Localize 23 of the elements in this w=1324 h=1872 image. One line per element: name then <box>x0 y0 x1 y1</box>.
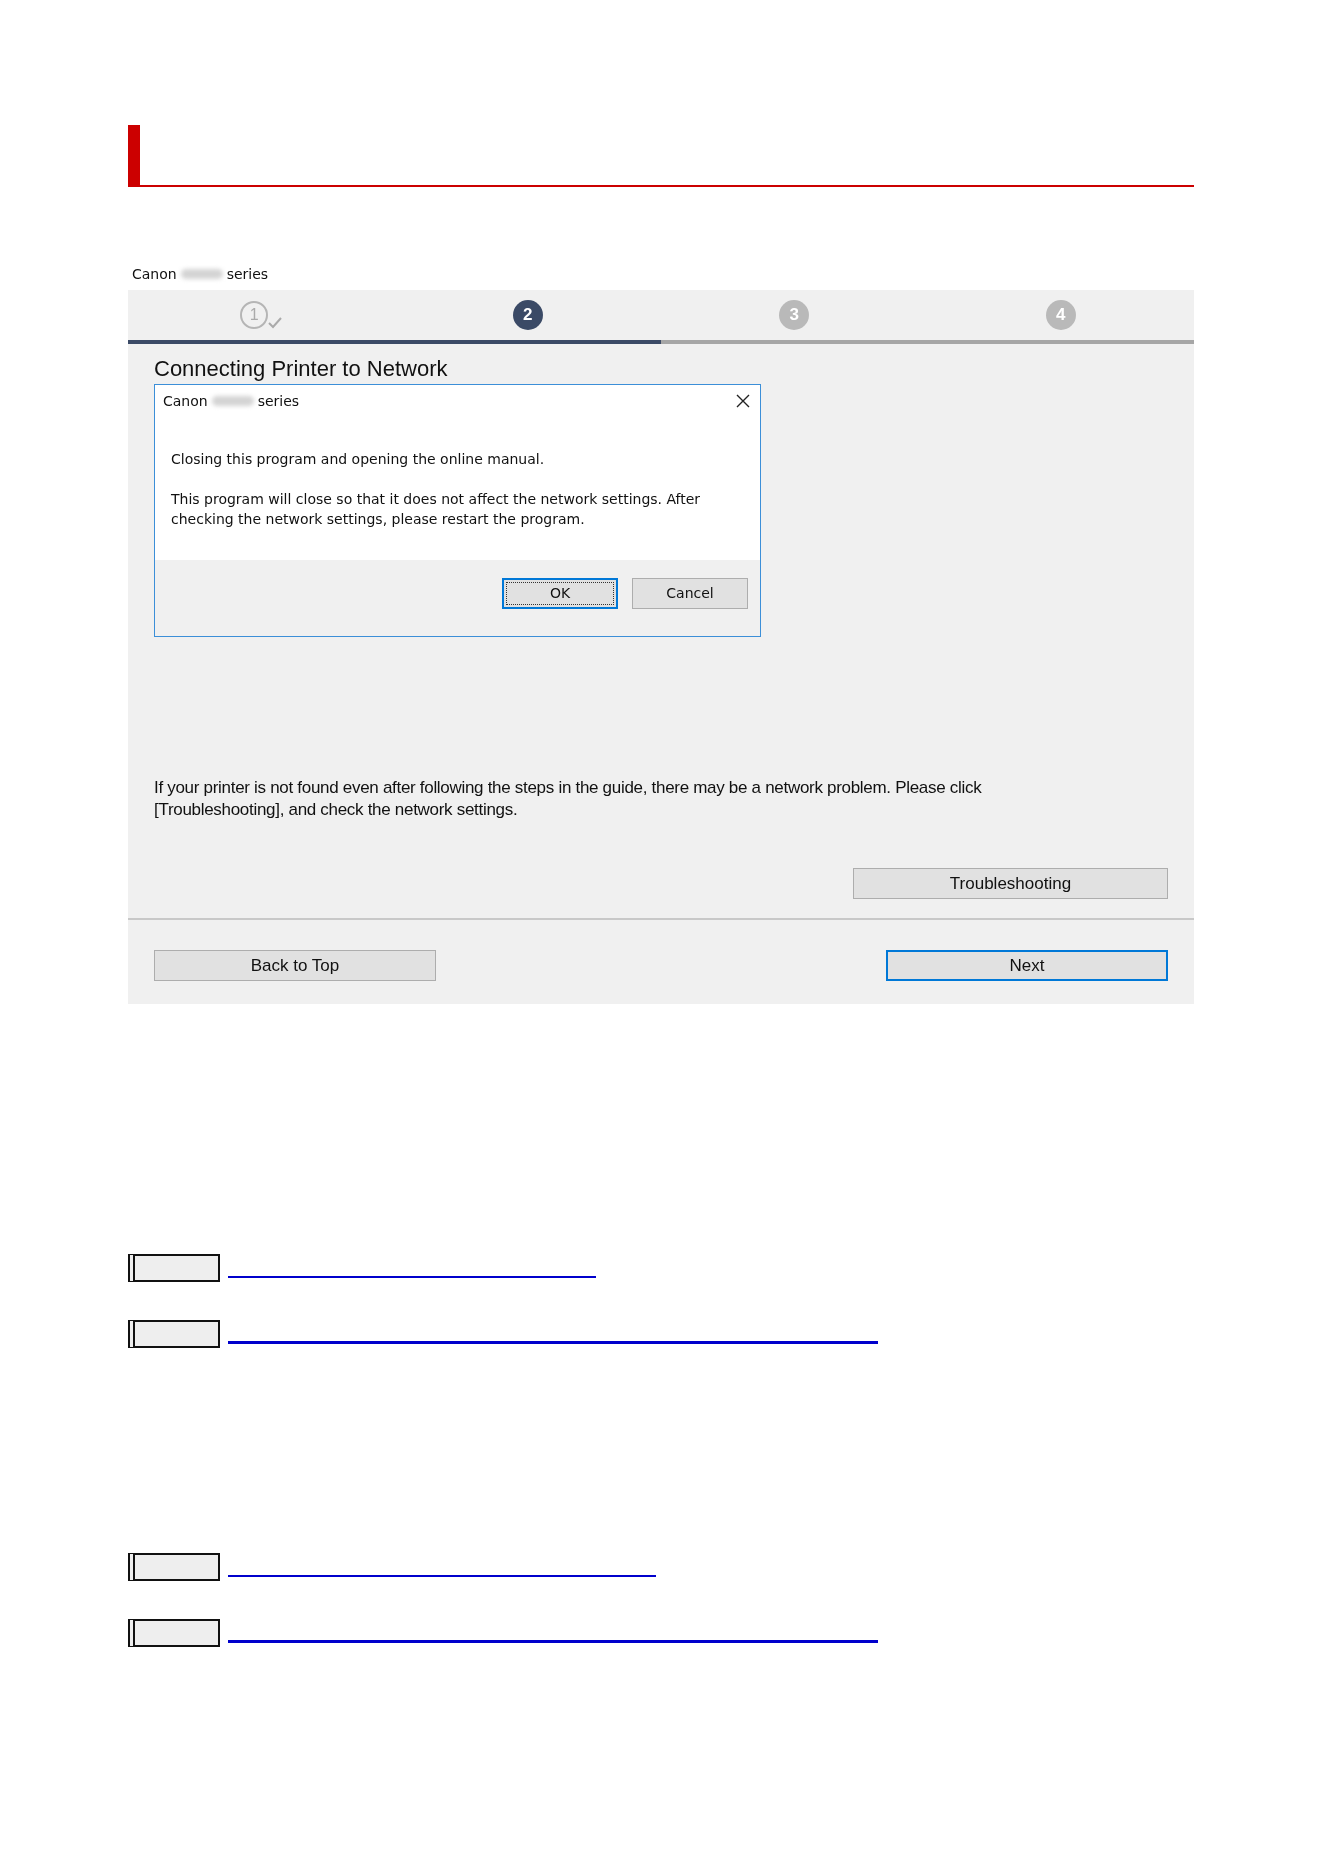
printer-name: series <box>226 266 269 282</box>
blurred-model-mark <box>180 269 223 279</box>
printer-name: Canon <box>132 266 177 282</box>
footer-button[interactable]: Back to Top <box>154 950 436 981</box>
link-underline[interactable] <box>228 1575 656 1577</box>
step-number: 3 <box>779 300 810 330</box>
link-underline[interactable] <box>228 1640 878 1643</box>
dialog-button[interactable]: OK <box>502 577 618 609</box>
troubleshooting-button[interactable]: Troubleshooting <box>853 868 1168 899</box>
close-icon[interactable] <box>736 394 750 408</box>
step-number: 2 <box>512 300 543 330</box>
step-number: 4 <box>1045 300 1076 330</box>
link-underline[interactable] <box>228 1276 596 1278</box>
dialog-title: Canon <box>163 393 208 409</box>
link-underline[interactable] <box>228 1341 878 1344</box>
dialog-title: series <box>257 393 300 409</box>
blurred-model-mark <box>211 396 254 406</box>
footer-button[interactable]: Next <box>886 950 1168 981</box>
dialog-detail: This program will close so that it does not affect the network settings. After checking the network settings, please restart the program. <box>171 490 702 529</box>
page-title: Connecting Printer to Network <box>154 356 449 382</box>
dialog-button[interactable]: Cancel <box>632 577 748 609</box>
dialog-message: Closing this program and opening the online manual. <box>171 450 546 469</box>
info-text: If your printer is not found even after following the steps in the guide, there may be a network problem. Please click [Troubleshooting], and check the network settings. <box>154 777 983 821</box>
